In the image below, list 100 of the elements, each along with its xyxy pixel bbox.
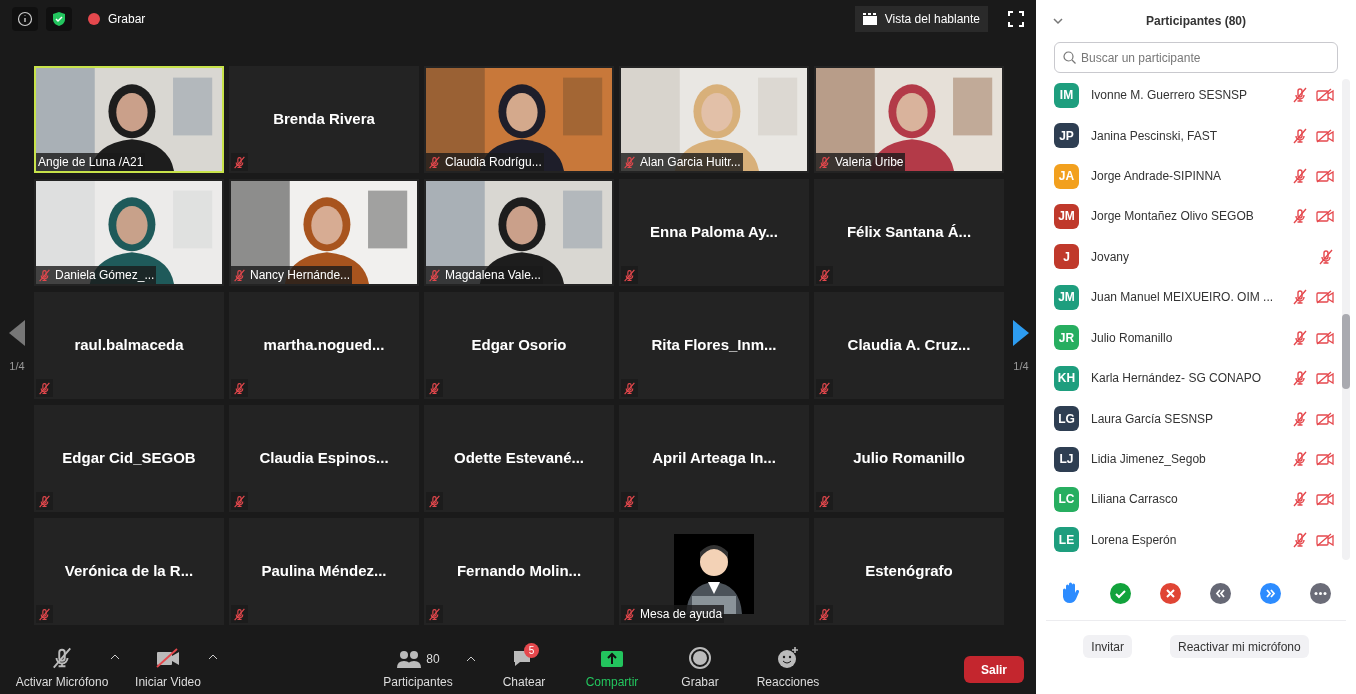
participant-name: Jovany — [1091, 248, 1131, 266]
muted-mic-icon — [51, 647, 73, 669]
participant-row[interactable]: JM Juan Manuel MEIXUEIRO. OIM ... — [1036, 277, 1342, 318]
caret-icon[interactable] — [466, 655, 476, 663]
rewind-icon[interactable] — [1210, 582, 1232, 604]
video-tile[interactable]: Rita Flores_Inm... — [619, 292, 809, 399]
video-off-icon — [1316, 371, 1334, 386]
muted-mic-icon — [233, 381, 246, 395]
reactions-button[interactable]: Reacciones — [748, 647, 828, 691]
video-tile[interactable]: Alan Garcia Huitr... — [619, 66, 809, 173]
participant-row[interactable]: IM Ivonne M. Guerrero SESNSP — [1036, 75, 1342, 116]
muted-mic-icon — [233, 494, 246, 508]
video-tile[interactable]: Nancy Hernánde... — [229, 179, 419, 286]
participant-name: Lidia Jimenez_Segob — [1091, 451, 1207, 468]
unmute-button[interactable]: Activar Micrófono — [14, 647, 110, 691]
video-tile[interactable]: raul.balmaceda — [34, 292, 224, 399]
fast-forward-icon[interactable] — [1260, 582, 1282, 604]
scrollbar-thumb[interactable] — [1342, 314, 1350, 389]
video-tile[interactable]: Verónica de la R... — [34, 518, 224, 625]
caret-icon[interactable] — [208, 653, 218, 661]
participant-row[interactable]: KH Karla Hernández- SG CONAPO — [1036, 357, 1342, 399]
participant-row[interactable]: LC Liliana Carrasco — [1036, 479, 1342, 520]
video-tile[interactable]: Félix Santana Á... — [814, 179, 1004, 286]
participant-row[interactable]: JM Jorge Montañez Olivo SEGOB — [1036, 196, 1342, 237]
search-field[interactable]: Buscar un participante — [1054, 42, 1338, 73]
video-tile[interactable]: Angie de Luna /A21 — [34, 66, 224, 173]
participant-name: Karla Hernández- SG CONAPO — [1091, 370, 1263, 388]
participant-name: Julio Romanillo — [853, 448, 965, 469]
video-tile[interactable]: Edgar Cid_SEGOB — [34, 405, 224, 512]
chevron-down-icon[interactable] — [1052, 17, 1064, 25]
avatar-initials: IM — [1054, 82, 1079, 108]
invite-button[interactable]: Invitar — [1083, 635, 1132, 658]
info-icon[interactable] — [12, 7, 38, 31]
participant-name: Claudia A. Cruz... — [847, 335, 971, 356]
participant-row[interactable]: LE Lorena Esperón — [1036, 519, 1342, 561]
video-off-icon — [1316, 492, 1334, 507]
video-tile[interactable]: Julio Romanillo — [814, 405, 1004, 512]
participant-name: Jorge Andrade-SIPINNA — [1091, 168, 1223, 186]
participant-name: Paulina Méndez... — [261, 561, 387, 582]
leave-button[interactable]: Salir — [964, 656, 1024, 683]
view-button[interactable]: Vista del hablante — [854, 6, 988, 32]
video-tile[interactable]: Claudia Rodrígu... — [424, 66, 614, 173]
muted-mic-icon — [1292, 208, 1308, 225]
unmute-me-button[interactable]: Reactivar mi micrófono — [1170, 635, 1309, 658]
more-icon[interactable] — [1310, 582, 1332, 604]
participant-name: Janina Pescinski, FAST — [1091, 127, 1219, 145]
raised-hand-icon[interactable] — [1060, 582, 1081, 604]
participant-name: Valeria Uribe — [835, 156, 904, 168]
participant-name: Félix Santana Á... — [846, 222, 972, 243]
muted-mic-icon — [818, 494, 831, 508]
share-button[interactable]: Compartir — [572, 649, 652, 691]
fullscreen-icon[interactable] — [1008, 11, 1024, 27]
video-tile[interactable]: Claudia Espinos... — [229, 405, 419, 512]
video-tile[interactable]: April Arteaga In... — [619, 405, 809, 512]
participant-name: Jorge Montañez Olivo SEGOB — [1091, 208, 1255, 226]
video-tile[interactable]: Fernando Molin... — [424, 518, 614, 625]
start-video-button[interactable]: Iniciar Video — [128, 647, 208, 691]
video-tile[interactable]: Magdalena Vale... — [424, 179, 614, 286]
participant-row[interactable]: J Jovany — [1036, 236, 1342, 278]
muted-mic-icon — [38, 494, 51, 508]
participants-button[interactable]: 80 Participantes — [378, 649, 458, 691]
avatar-initials: J — [1054, 244, 1079, 270]
video-tile[interactable]: Mesa de ayuda — [619, 518, 809, 625]
record-button[interactable]: Grabar — [660, 647, 740, 691]
muted-mic-icon — [428, 381, 441, 395]
muted-mic-icon — [428, 155, 441, 169]
avatar-initials: LE — [1054, 527, 1079, 553]
participant-name: Magdalena Vale... — [445, 269, 541, 281]
video-tile[interactable]: Paulina Méndez... — [229, 518, 419, 625]
avatar-initials: KH — [1054, 365, 1079, 391]
video-tile[interactable]: Valeria Uribe — [814, 66, 1004, 173]
muted-mic-icon — [818, 607, 831, 621]
muted-mic-icon — [1292, 410, 1308, 427]
caret-icon[interactable] — [110, 653, 120, 661]
video-tile[interactable]: martha.nogued... — [229, 292, 419, 399]
video-tile[interactable]: Estenógrafo — [814, 518, 1004, 625]
participant-row[interactable]: JR Julio Romanillo — [1036, 317, 1342, 358]
left-arrow-icon — [9, 319, 25, 346]
record-icon — [689, 647, 711, 669]
video-tile[interactable]: Daniela Gómez_... — [34, 179, 224, 286]
participant-name: Liliana Carrasco — [1091, 491, 1179, 509]
check-icon[interactable] — [1109, 582, 1131, 604]
participant-name: April Arteaga In... — [652, 448, 776, 469]
video-tile[interactable]: Odette Estevané... — [424, 405, 614, 512]
shield-icon[interactable] — [46, 7, 72, 31]
participant-row[interactable]: JP Janina Pescinski, FAST — [1036, 115, 1342, 156]
participant-row[interactable]: LG Laura García SESNSP — [1036, 398, 1342, 439]
video-tile[interactable]: Enna Paloma Ay... — [619, 179, 809, 286]
participant-row[interactable]: LJ Lidia Jimenez_Segob — [1036, 438, 1342, 480]
participant-name: Nancy Hernánde... — [250, 269, 351, 281]
participant-name: Julio Romanillo — [1091, 329, 1174, 347]
video-tile[interactable]: Edgar Osorio — [424, 292, 614, 399]
video-tile[interactable]: Brenda Rivera — [229, 66, 419, 173]
avatar-initials: JM — [1054, 203, 1079, 229]
participant-name: Edgar Cid_SEGOB — [62, 448, 196, 469]
video-tile[interactable]: Claudia A. Cruz... — [814, 292, 1004, 399]
video-off-icon — [1316, 128, 1334, 143]
muted-mic-icon — [233, 607, 246, 621]
close-icon[interactable] — [1159, 582, 1181, 604]
participant-row[interactable]: JA Jorge Andrade-SIPINNA — [1036, 155, 1342, 197]
